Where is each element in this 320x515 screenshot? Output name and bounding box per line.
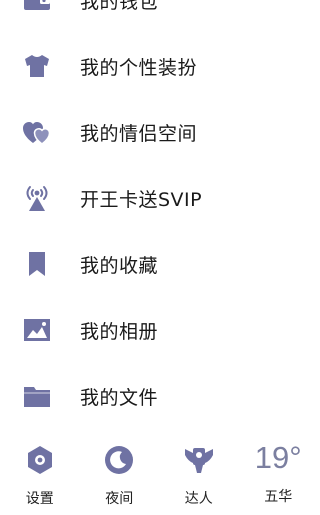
night-mode-button[interactable]: 夜间 <box>80 432 160 515</box>
settings-label: 设置 <box>25 491 54 507</box>
weather-widget[interactable]: 19° 五华 <box>239 432 319 515</box>
folder-icon <box>20 379 54 413</box>
menu-item-king-card-svip[interactable]: 开王卡送SVIP <box>0 165 318 231</box>
tshirt-icon <box>20 49 54 83</box>
settings-button[interactable]: 设置 <box>0 432 80 515</box>
signal-tower-icon <box>20 181 54 215</box>
hexagon-gear-icon <box>20 440 60 480</box>
menu-item-files[interactable]: 我的文件 <box>0 363 318 429</box>
expert-label: 达人 <box>184 491 213 507</box>
menu-item-label: 我的情侣空间 <box>80 122 198 145</box>
menu-item-personal-dressup[interactable]: 我的个性装扮 <box>0 33 318 99</box>
menu-item-label: 开王卡送SVIP <box>80 188 203 211</box>
menu-item-label: 我的相册 <box>80 320 159 343</box>
side-menu: 我的钱包 我的个性装扮 我的情侣空间 开王卡送SVIP 我的收藏 我的相册 我的… <box>0 0 318 429</box>
menu-item-couple-space[interactable]: 我的情侣空间 <box>0 99 318 165</box>
weather-temperature: 19° <box>254 440 302 475</box>
menu-item-label: 我的钱包 <box>80 0 159 13</box>
moon-icon <box>99 440 139 480</box>
menu-item-label: 我的文件 <box>80 386 159 409</box>
winged-badge-icon <box>179 440 219 480</box>
menu-item-album[interactable]: 我的相册 <box>0 297 318 363</box>
menu-item-label: 我的收藏 <box>80 254 159 277</box>
night-mode-label: 夜间 <box>105 491 134 507</box>
menu-item-favorites[interactable]: 我的收藏 <box>0 231 318 297</box>
weather-location-label: 五华 <box>264 489 293 505</box>
hearts-icon <box>20 115 54 149</box>
wallet-icon <box>20 0 54 17</box>
photo-icon <box>20 313 54 347</box>
bottom-toolbar: 设置 夜间 达人 19° 五华 <box>0 432 318 515</box>
menu-item-wallet[interactable]: 我的钱包 <box>0 0 318 33</box>
bookmark-icon <box>20 247 54 281</box>
menu-item-label: 我的个性装扮 <box>80 56 198 79</box>
expert-button[interactable]: 达人 <box>159 432 239 515</box>
